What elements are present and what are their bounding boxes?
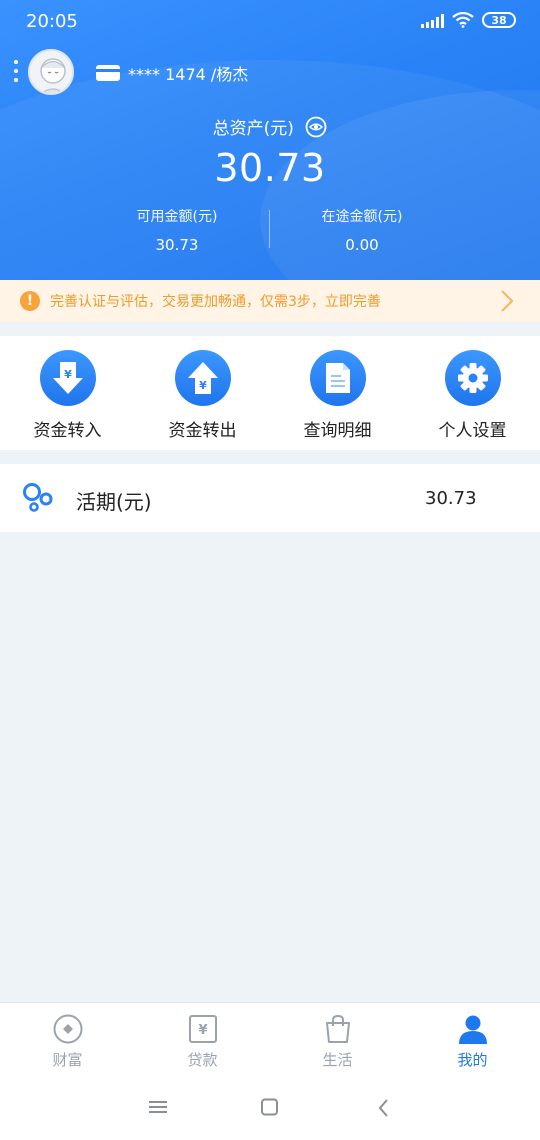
nav-loan[interactable]: ¥ 贷款 (135, 1003, 270, 1076)
svg-text:¥: ¥ (64, 368, 72, 381)
nav-wealth[interactable]: 财富 (0, 1003, 135, 1076)
in-transit-amount-label: 在途金额(元) (321, 209, 403, 225)
document-icon (309, 350, 366, 406)
transfer-in-button[interactable]: ¥ 资金转入 (0, 336, 135, 450)
transfer-in-icon: ¥ (39, 350, 96, 406)
nav-loan-label: 贷款 (187, 1051, 218, 1069)
total-assets-value: 30.73 (214, 146, 326, 190)
query-details-button[interactable]: 查询明细 (270, 336, 405, 450)
query-details-label: 查询明细 (303, 421, 372, 441)
assets-header: 20:05 38 **** 1474 /杨杰 总资产(元) 30.73 可用金额… (0, 0, 540, 280)
nav-wealth-label: 财富 (52, 1051, 83, 1069)
more-menu-icon[interactable] (12, 60, 20, 86)
personal-settings-button[interactable]: 个人设置 (405, 336, 540, 450)
personal-settings-label: 个人设置 (438, 421, 507, 441)
system-navigation-bar (0, 1076, 540, 1140)
eye-icon[interactable] (305, 116, 327, 138)
nav-mine[interactable]: 我的 (405, 1003, 540, 1076)
notice-text: 完善认证与评估，交易更加畅通，仅需3步，立即完善 (50, 294, 381, 310)
menu-icon[interactable] (148, 1098, 168, 1116)
profile-icon (458, 1015, 487, 1044)
wealth-icon (53, 1014, 82, 1044)
status-time: 20:05 (26, 11, 78, 32)
nav-life[interactable]: 生活 (270, 1003, 405, 1076)
transfer-out-label: 资金转出 (168, 421, 237, 441)
current-deposit-label: 活期(元) (76, 490, 152, 514)
home-icon[interactable] (260, 1098, 280, 1116)
battery-icon: 38 (482, 12, 516, 28)
current-deposit-value: 30.73 (425, 488, 477, 509)
account-info[interactable]: **** 1474 /杨杰 (96, 61, 248, 85)
bubbles-icon (23, 483, 53, 512)
quick-actions: ¥ 资金转入 ¥ 资金转出 查询明细 个人设置 (0, 336, 540, 450)
verification-notice[interactable]: ! 完善认证与评估，交易更加畅通，仅需3步，立即完善 (0, 280, 540, 322)
wifi-icon (452, 12, 474, 28)
avatar[interactable] (28, 49, 74, 95)
bottom-navigation: 财富 ¥ 贷款 生活 我的 (0, 1002, 540, 1076)
total-assets-label: 总资产(元) (0, 114, 540, 139)
in-transit-amount-value: 0.00 (345, 236, 379, 254)
account-number: **** 1474 /杨杰 (128, 65, 249, 84)
nav-mine-label: 我的 (457, 1051, 488, 1069)
gear-icon (444, 350, 501, 406)
transfer-in-label: 资金转入 (33, 421, 102, 441)
chevron-right-icon (501, 290, 514, 312)
signal-icon (421, 12, 444, 28)
svg-text:¥: ¥ (199, 379, 207, 392)
current-deposit-row[interactable]: 活期(元) 30.73 (0, 464, 540, 532)
back-icon[interactable] (376, 1098, 392, 1118)
svg-text:¥: ¥ (198, 1023, 207, 1038)
in-transit-amount: 在途金额(元) 0.00 (227, 206, 497, 254)
loan-icon: ¥ (188, 1015, 217, 1043)
transfer-out-button[interactable]: ¥ 资金转出 (135, 336, 270, 450)
status-bar: 20:05 38 (0, 0, 540, 44)
shopping-bag-icon (325, 1014, 350, 1043)
transfer-out-icon: ¥ (174, 350, 231, 406)
bank-card-icon (96, 65, 120, 81)
nav-life-label: 生活 (322, 1051, 353, 1069)
exclamation-icon: ! (20, 291, 40, 311)
